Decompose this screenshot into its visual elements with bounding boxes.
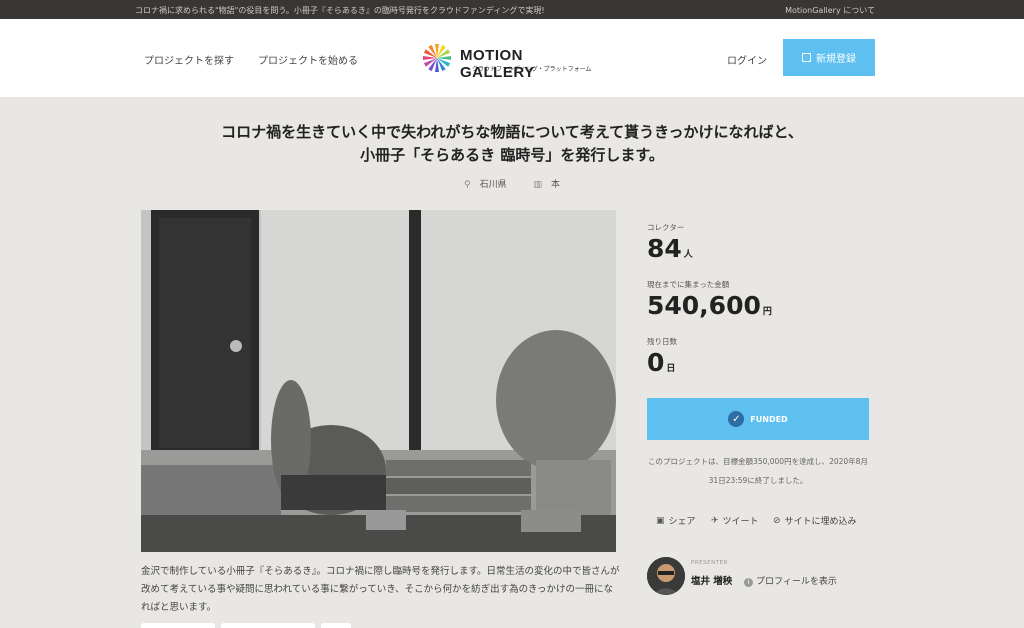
site-logo[interactable]: MOTION GALLERY クラウドファンディング・プラットフォーム [422,43,592,81]
book-icon: ▥ [533,180,542,190]
about-motiongallery-link[interactable]: MotionGallery について [785,5,875,16]
funded-label: FUNDED [750,414,788,424]
announcement-text: コロナ禍に求められる"物語"の役目を問う。小冊子『そらあるき』の臨時号発行をクラ… [135,6,545,15]
collectors-unit: 人 [683,250,693,260]
avatar[interactable] [647,557,685,595]
nav-start-project[interactable]: プロジェクトを始める [258,52,358,67]
category-label: 本 [550,180,560,190]
map-pin-icon: ⚲ [463,180,471,190]
collectors-value: 84 [647,234,682,263]
funding-stats: コレクター 84 人 現在までに集まった金額 540,600 円 残り日数 0日 [647,222,869,385]
days-left-stat: 0日 [647,347,869,385]
check-icon: ✓ [728,411,745,427]
project-title-line1: コロナ禍を生きていく中で失われがちな物語について考えて貰うきっかけになればと、 [221,123,803,141]
amount-label: 現在までに集まった金額 [647,280,730,289]
announcement-bar: コロナ禍に求められる"物語"の役目を問う。小冊子『そらあるき』の臨時号発行をクラ… [0,0,1024,19]
share-label: シェア [668,517,696,527]
site-header: プロジェクトを探す プロジェクトを始める MOTION GALLERY クラウド… [0,19,1024,97]
login-link[interactable]: ログイン [727,52,767,67]
share-twitter-link[interactable]: ✈ ツイート [711,514,759,528]
view-profile-link[interactable]: i プロフィールを表示 [744,574,837,587]
logo-burst-icon [423,44,451,72]
signup-button[interactable]: 新規登録 [783,39,875,76]
presenter-card: PRESENTER 塩井 増秧 i プロフィールを表示 [647,557,877,597]
hero-photo [141,210,616,552]
project-title: コロナ禍を生きていく中で失われがちな物語について考えて貰うきっかけになればと、 … [0,121,1024,167]
logo-subtitle: クラウドファンディング・プラットフォーム [472,66,592,73]
project-description: 金沢で制作している小冊子『そらあるき』。コロナ禍に際し臨時号を発行します。日常生… [141,566,620,613]
tag-pill[interactable] [141,623,215,628]
avatar-photo [647,557,685,595]
signup-label: 新規登録 [816,54,856,65]
presenter-name[interactable]: 塩井 増秧 [691,573,732,587]
twitter-icon: ✈ [711,515,719,526]
tweet-label: ツイート [722,517,759,527]
project-title-line2: 小冊子「そらあるき 臨時号」を発行します。 [360,146,664,164]
tag-pill[interactable] [321,623,351,628]
amount-stat: 540,600 円 [647,290,869,328]
funded-note: このプロジェクトは、目標金額350,000円を達成し、2020年8月31日23:… [648,457,868,485]
tag-pill[interactable] [221,623,315,628]
location-label: 石川県 [479,180,507,190]
amount-unit: 円 [762,307,772,317]
presenter-label: PRESENTER [691,560,728,566]
link-icon: ⊘ [773,515,781,526]
book-icon [802,53,811,62]
share-facebook-link[interactable]: ▣ シェア [656,514,696,528]
nav-explore-projects[interactable]: プロジェクトを探す [144,52,234,67]
collectors-stat: 84 人 [647,233,869,271]
facebook-icon: ▣ [656,515,665,526]
funded-button[interactable]: ✓ FUNDED [647,398,869,440]
days-left-unit: 日 [666,364,676,374]
days-left-label: 残り日数 [647,337,677,346]
embed-label: サイトに埋め込み [784,517,857,527]
days-left-value: 0 [647,348,665,377]
category-tag[interactable]: ▥ 本 [527,180,566,190]
location-tag[interactable]: ⚲ 石川県 [458,180,513,190]
project-meta: ⚲ 石川県 ▥ 本 [0,177,1024,190]
view-profile-label: プロフィールを表示 [756,577,837,587]
embed-link[interactable]: ⊘ サイトに埋め込み [773,514,857,528]
amount-value: 540,600 [647,291,761,320]
project-hero-image [141,210,616,552]
collectors-label: コレクター [647,223,685,232]
info-icon: i [744,578,753,587]
